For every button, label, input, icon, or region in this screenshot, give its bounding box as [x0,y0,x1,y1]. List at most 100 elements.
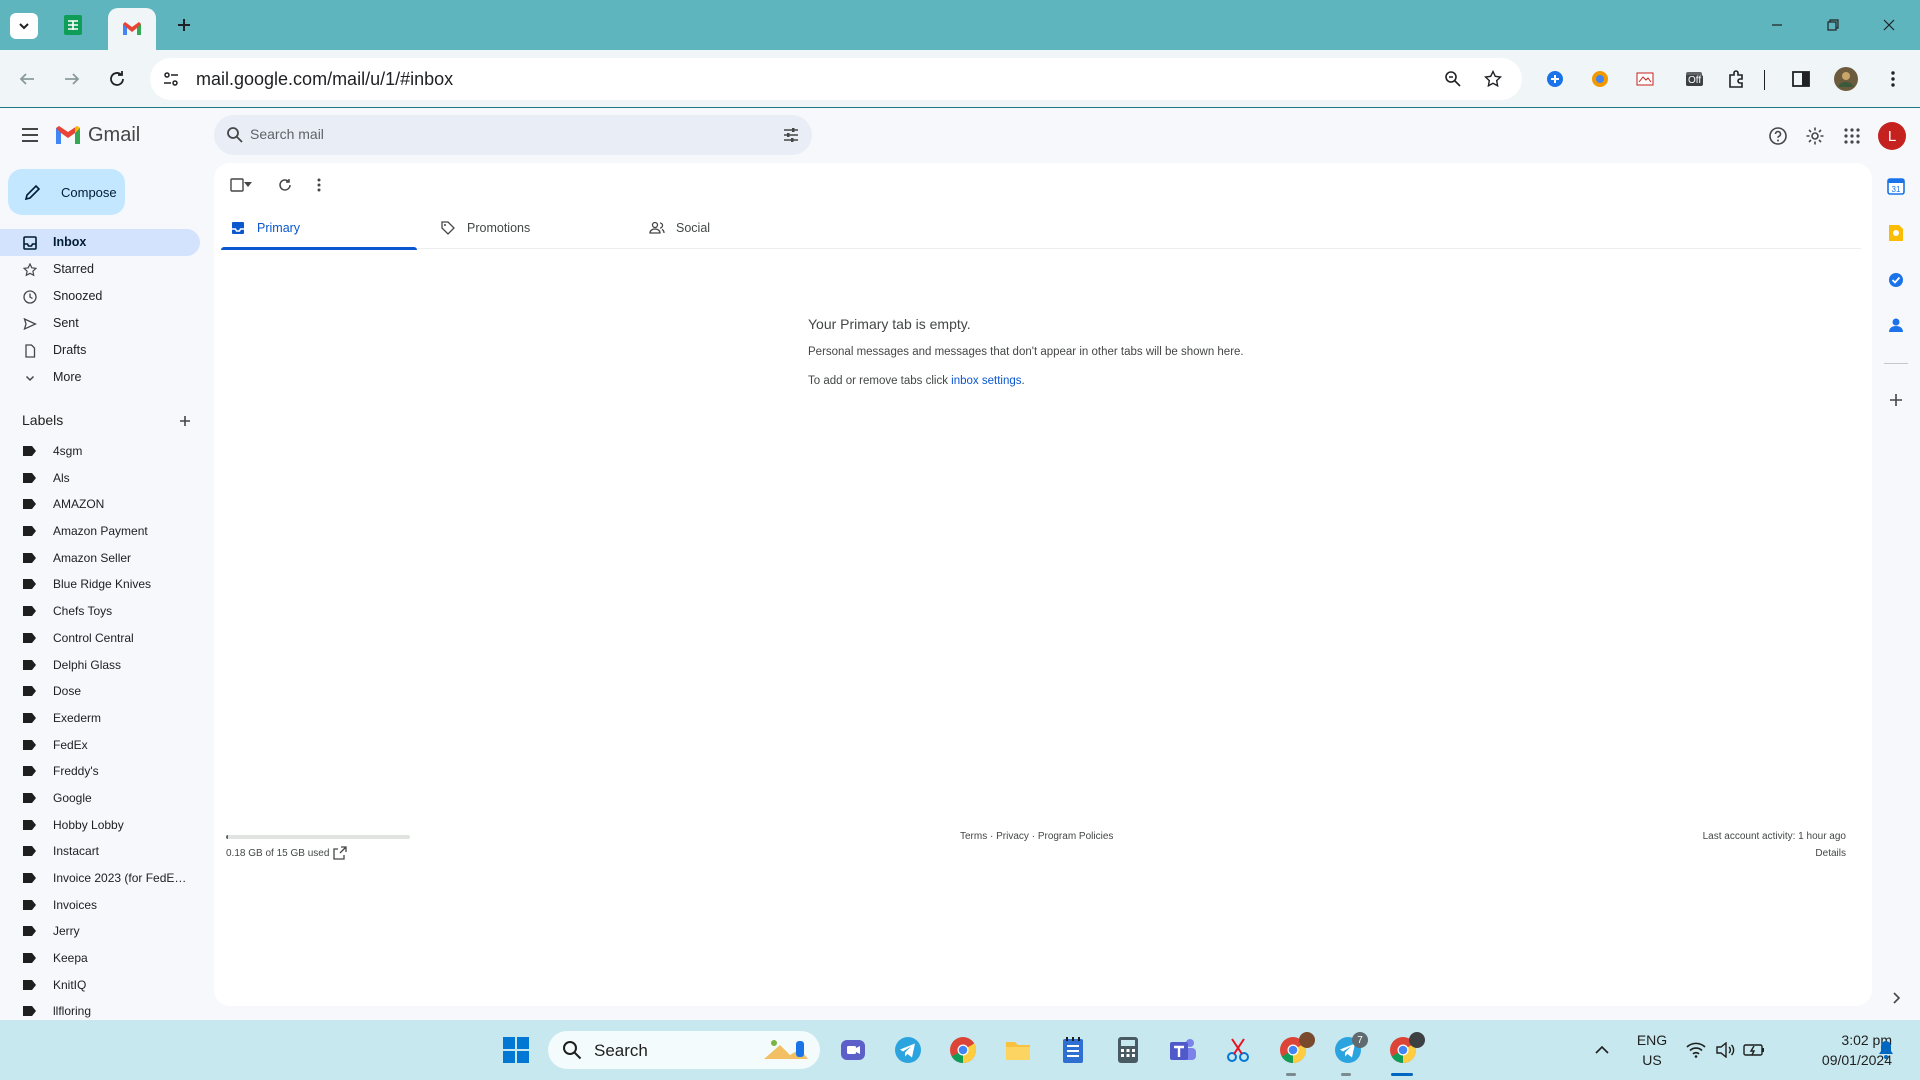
refresh-button[interactable] [274,174,296,196]
extension-orange-icon[interactable] [1587,66,1613,92]
create-label-button[interactable] [176,412,194,430]
sidebar-label-item[interactable]: FedEx [0,732,200,759]
sidebar-label-item[interactable]: Hobby Lobby [0,812,200,839]
start-button[interactable] [500,1034,532,1066]
privacy-link[interactable]: Privacy [996,831,1029,842]
back-button[interactable] [14,66,40,92]
get-addons-button[interactable] [1885,389,1907,411]
gmail-logo[interactable] [54,124,82,146]
details-link[interactable]: Details [1815,848,1846,859]
sidebar-item-drafts[interactable]: Drafts [0,337,200,364]
chrome-profile-badge [1299,1032,1315,1048]
calendar-app-button[interactable]: 31 [1885,175,1907,197]
show-hidden-icons-button[interactable] [1586,1034,1618,1066]
taskbar-search-box[interactable]: Search [548,1031,820,1069]
tab-primary[interactable]: Primary [221,207,417,250]
new-tab-button[interactable] [172,13,196,37]
region-indicator[interactable]: US [1632,1052,1672,1068]
sidebar-label-item[interactable]: Amazon Payment [0,518,200,545]
zoom-icon[interactable] [1442,68,1464,90]
tab-social[interactable]: Social [640,207,836,249]
extension-image-icon[interactable] [1632,66,1658,92]
sidebar-label-item[interactable]: Chefs Toys [0,598,200,625]
sidebar-label-item[interactable]: Dose [0,678,200,705]
sidebar-label-item[interactable]: Invoices [0,892,200,919]
restore-button[interactable] [1820,12,1846,38]
external-link-icon[interactable] [333,846,347,860]
search-input[interactable] [250,126,730,142]
taskbar-snipping-tool-app[interactable] [1222,1034,1254,1066]
sidebar-item-more[interactable]: More [0,364,200,391]
sidebar-label-item[interactable]: KnitIQ [0,972,200,999]
search-options-icon[interactable] [780,124,802,146]
sidebar-label-item[interactable]: Blue Ridge Knives [0,571,200,598]
sidebar-item-snoozed[interactable]: Snoozed [0,283,200,310]
bookmark-star-icon[interactable] [1482,68,1504,90]
sidebar-item-starred[interactable]: Starred [0,256,200,283]
sidebar-item-sent[interactable]: Sent [0,310,200,337]
taskbar-meet-app[interactable] [837,1034,869,1066]
sidebar-label-item[interactable]: 4sgm [0,438,200,465]
sidebar-label-item[interactable]: AMAZON [0,491,200,518]
sidebar-label-item[interactable]: Freddy's [0,758,200,785]
extension-off-icon[interactable]: Off [1682,66,1708,92]
video-chat-icon [841,1040,865,1060]
pinned-tab-sheets[interactable] [62,14,84,36]
sidebar-label-item[interactable]: Keepa [0,945,200,972]
show-side-panel-button[interactable] [1885,987,1907,1009]
taskbar-teams-app[interactable] [1167,1034,1199,1066]
address-bar[interactable]: mail.google.com/mail/u/1/#inbox [150,58,1522,100]
sidebar-label-item[interactable]: Jerry [0,918,200,945]
contacts-app-button[interactable] [1885,314,1907,336]
sidebar-label-item[interactable]: Amazon Seller [0,545,200,572]
battery-status[interactable] [1738,1034,1770,1066]
site-info-icon[interactable] [160,68,182,90]
select-options-dropdown[interactable] [242,174,254,196]
tab-search-button[interactable] [10,13,38,39]
sidebar-label-item[interactable]: Instacart [0,838,200,865]
sidebar-label-item[interactable]: Control Central [0,625,200,652]
extensions-menu-button[interactable] [1723,66,1749,92]
inbox-settings-link[interactable]: inbox settings [951,375,1021,387]
sidebar-label-item[interactable]: Delphi Glass [0,652,200,679]
program-policies-link[interactable]: Program Policies [1038,831,1114,842]
star-icon [22,262,38,278]
sidebar-label-item[interactable]: Google [0,785,200,812]
reload-button[interactable] [104,66,130,92]
side-panel-button[interactable] [1788,66,1814,92]
extension-puzzle-blue-icon[interactable] [1542,66,1568,92]
forward-button[interactable] [59,66,85,92]
taskbar-chrome-app[interactable] [947,1034,979,1066]
wifi-status[interactable] [1680,1034,1712,1066]
tab-gmail[interactable] [108,8,156,50]
tasks-app-button[interactable] [1885,269,1907,291]
mail-search-box[interactable] [214,115,812,155]
taskbar-telegram-app[interactable] [892,1034,924,1066]
compose-button[interactable]: Compose [8,169,125,215]
volume-status[interactable] [1709,1034,1741,1066]
sidebar-item-inbox[interactable]: Inbox [0,229,200,256]
minimize-button[interactable] [1764,12,1790,38]
notifications-button[interactable] [1870,1034,1902,1066]
profile-avatar-button[interactable] [1833,66,1859,92]
sidebar-label-item[interactable]: Als [0,465,200,492]
close-window-button[interactable] [1876,12,1902,38]
taskbar-calculator-app[interactable] [1112,1034,1144,1066]
google-apps-button[interactable] [1840,124,1864,148]
help-button[interactable] [1766,124,1790,148]
sidebar-label-item[interactable]: Invoice 2023 (for FedEx ... [0,865,200,892]
search-icon[interactable] [224,124,246,146]
language-indicator[interactable]: ENG [1632,1032,1672,1048]
settings-button[interactable] [1803,124,1827,148]
main-menu-button[interactable] [18,125,42,145]
taskbar-file-explorer-app[interactable] [1002,1034,1034,1066]
url-text[interactable]: mail.google.com/mail/u/1/#inbox [196,69,453,90]
more-actions-button[interactable] [308,174,330,196]
account-avatar[interactable]: L [1878,122,1906,150]
tab-promotions[interactable]: Promotions [431,207,627,249]
terms-link[interactable]: Terms [960,831,987,842]
keep-app-button[interactable] [1885,222,1907,244]
chrome-menu-button[interactable] [1880,66,1906,92]
sidebar-label-item[interactable]: Exederm [0,705,200,732]
taskbar-notepad-app[interactable] [1057,1034,1089,1066]
